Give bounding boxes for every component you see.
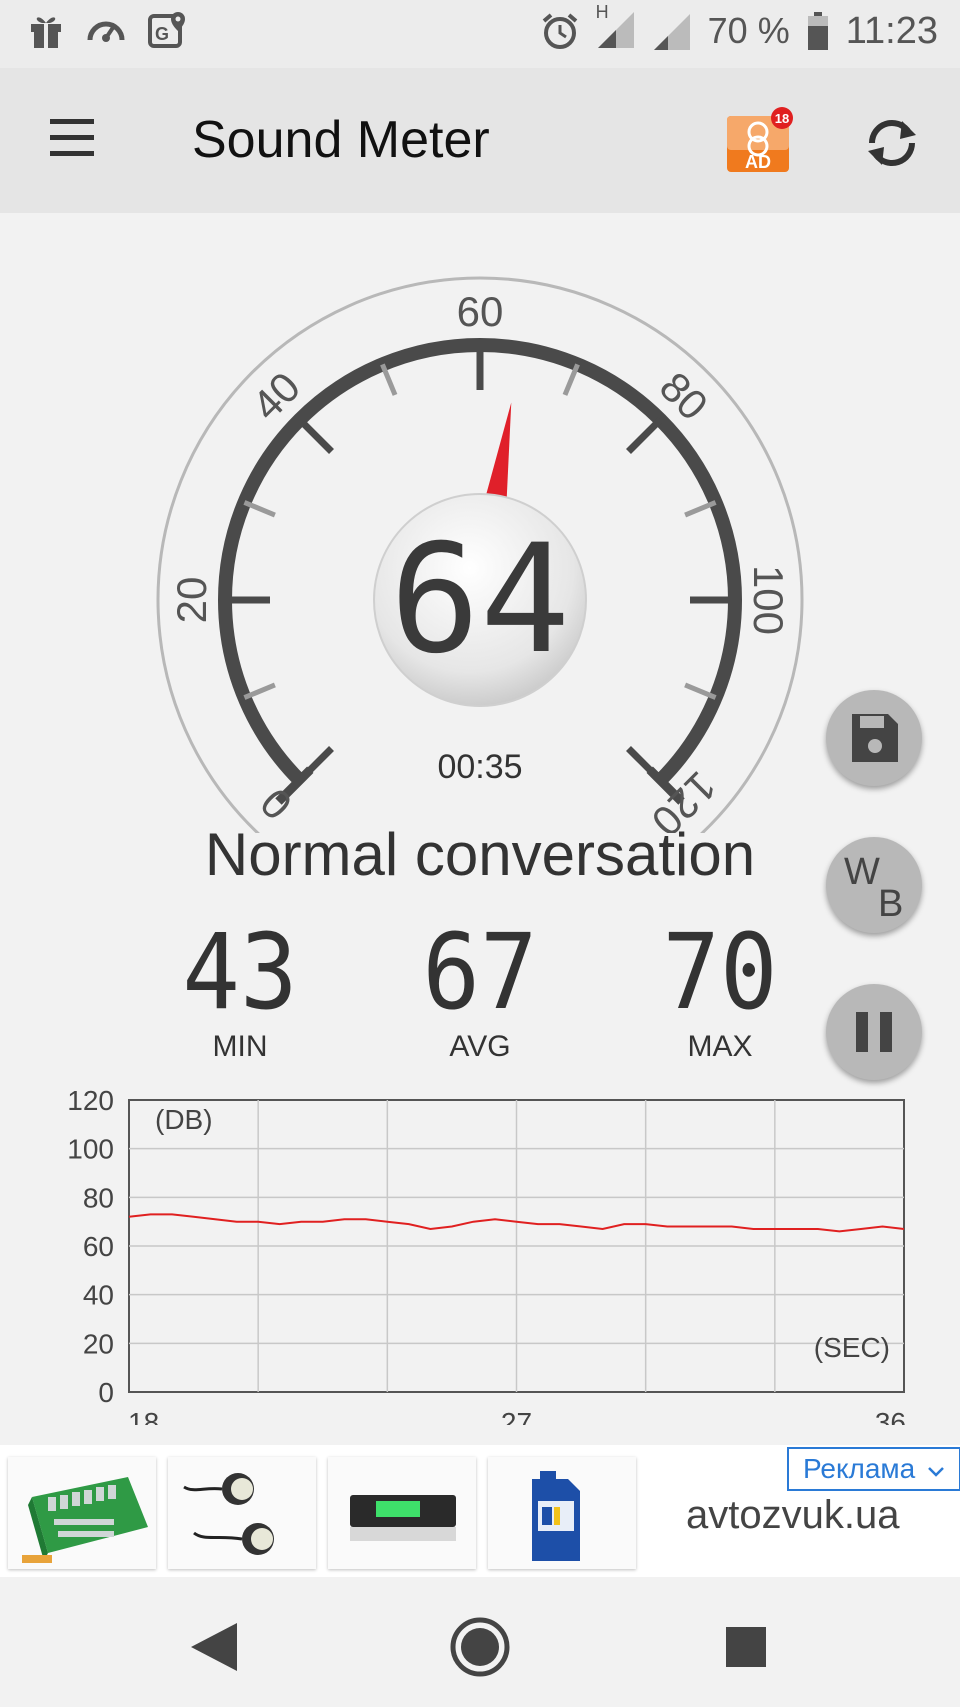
ad-banner[interactable]: avtozvuk.ua Реклама xyxy=(0,1445,960,1577)
ad-product-car-stereo[interactable] xyxy=(328,1457,476,1569)
max-value: 70 xyxy=(662,911,778,1033)
chart-y-tick-label: 120 xyxy=(67,1085,114,1116)
avg-value: 67 xyxy=(422,911,538,1033)
current-db-value: 64 xyxy=(390,513,571,687)
weighting-w-label: W xyxy=(844,851,880,893)
nav-recents-button[interactable] xyxy=(706,1607,786,1687)
db-history-chart: 120 100 80 60 40 20 0 18 27 36 (DB) (SEC) xyxy=(67,1085,906,1425)
ad-label-dropdown[interactable]: Реклама xyxy=(787,1447,960,1491)
gauge-major-tick xyxy=(297,417,334,454)
led-lights-image xyxy=(183,1473,274,1555)
motor-oil-image xyxy=(532,1471,580,1561)
noise-category: Normal conversation xyxy=(204,821,756,888)
min-label: MIN xyxy=(212,1030,268,1063)
gauge-scale-label: 20 xyxy=(168,577,215,624)
ad-button[interactable]: AD 18 xyxy=(725,106,795,174)
gauge-needle-pointer xyxy=(483,402,512,508)
chart-x-ticks: 18 27 36 xyxy=(128,1407,906,1425)
gauge-scale-label: 60 xyxy=(457,288,504,335)
elapsed-timer: 00:35 xyxy=(437,748,523,786)
status-bar: G H 70 % 11:23 xyxy=(0,0,960,68)
ad-badge-count: 18 xyxy=(775,111,789,126)
menu-button[interactable] xyxy=(44,113,104,163)
app-title: Sound Meter xyxy=(192,111,490,169)
chart-x-tick-label: 18 xyxy=(128,1407,159,1425)
chart-y-tick-label: 60 xyxy=(83,1231,114,1262)
app-bar: Sound Meter AD 18 xyxy=(0,68,960,213)
sound-gauge: 020406080100120 64 xyxy=(156,276,804,833)
chart-y-tick-label: 80 xyxy=(83,1182,114,1213)
ad-product-led-lights[interactable] xyxy=(168,1457,316,1569)
back-icon xyxy=(191,1623,237,1671)
home-icon xyxy=(450,1617,510,1677)
min-value: 43 xyxy=(182,911,298,1033)
svg-text:G: G xyxy=(155,24,169,44)
ad-icon-label: AD xyxy=(745,152,771,172)
ad-label-text: Реклама xyxy=(802,1453,916,1484)
chart-y-tick-label: 20 xyxy=(83,1328,114,1359)
ad-icon: AD 18 xyxy=(727,107,793,172)
gauge-needle xyxy=(483,402,512,508)
stat-min: 43 MIN xyxy=(140,920,340,1064)
save-icon xyxy=(852,714,898,762)
chart-y-tick-label: 100 xyxy=(67,1134,114,1165)
chart-y-ticks: 120 100 80 60 40 20 0 xyxy=(67,1085,114,1408)
pause-button[interactable] xyxy=(826,984,922,1080)
ad-domain-link[interactable]: avtozvuk.ua xyxy=(686,1493,899,1538)
hamburger-menu-icon xyxy=(50,119,94,156)
chart-y-tick-label: 40 xyxy=(83,1280,114,1311)
chart-y-label: (DB) xyxy=(155,1104,213,1135)
save-button[interactable] xyxy=(826,690,922,786)
weighting-b-label: B xyxy=(878,883,904,925)
alarm-icon xyxy=(542,13,577,49)
chart-y-tick-label: 0 xyxy=(98,1377,114,1408)
weighting-button[interactable]: W B xyxy=(826,837,922,933)
clock: 11:23 xyxy=(845,9,938,52)
ad-product-motor-oil[interactable] xyxy=(488,1457,636,1569)
socket-set-image xyxy=(22,1477,148,1563)
car-stereo-image xyxy=(350,1495,456,1541)
speedometer-icon xyxy=(87,21,125,42)
system-nav-bar xyxy=(0,1577,960,1707)
avg-label: AVG xyxy=(449,1030,511,1063)
maps-icon: G xyxy=(148,12,185,48)
pause-icon xyxy=(856,1012,892,1052)
stat-avg: 67 AVG xyxy=(380,920,580,1064)
max-label: MAX xyxy=(687,1030,753,1063)
ad-product-socket-set[interactable] xyxy=(8,1457,156,1569)
gauge-major-tick xyxy=(626,417,663,454)
chart-x-label: (SEC) xyxy=(814,1332,890,1363)
battery-percent: 70 % xyxy=(707,10,790,51)
battery-icon xyxy=(807,12,828,50)
refresh-button[interactable] xyxy=(862,113,922,173)
signal-icon xyxy=(653,14,690,50)
nav-home-button[interactable] xyxy=(440,1607,520,1687)
gift-icon xyxy=(31,17,61,48)
chart-x-tick-label: 27 xyxy=(501,1407,532,1425)
gauge-scale-label: 100 xyxy=(745,565,792,635)
nav-back-button[interactable] xyxy=(175,1607,255,1687)
network-type-label: H xyxy=(595,2,609,22)
refresh-icon xyxy=(868,120,916,166)
chart-x-tick-label: 36 xyxy=(875,1407,906,1425)
stat-max: 70 MAX xyxy=(620,920,820,1064)
chevron-down-icon xyxy=(928,1467,944,1477)
recents-icon xyxy=(726,1627,766,1667)
